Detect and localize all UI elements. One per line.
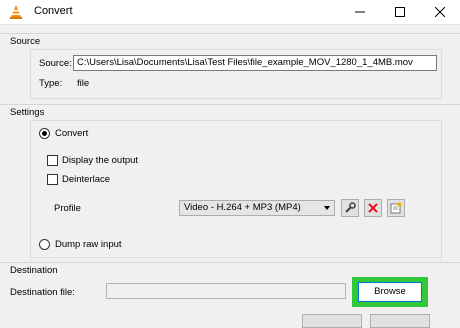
minimize-button[interactable] <box>340 0 380 24</box>
display-output-label: Display the output <box>62 155 139 166</box>
dump-raw-radio[interactable] <box>39 239 50 250</box>
destination-file-field[interactable] <box>106 283 346 299</box>
radio-selected-dot <box>42 131 47 136</box>
close-button[interactable] <box>420 0 460 24</box>
delete-profile-button[interactable] <box>364 199 382 217</box>
convert-radio[interactable] <box>39 128 50 139</box>
close-icon <box>435 7 445 17</box>
type-value: file <box>77 78 90 89</box>
source-path-field[interactable]: C:\Users\Lisa\Documents\Lisa\Test Files\… <box>73 55 437 71</box>
vlc-cone-icon <box>10 5 22 19</box>
minimize-icon <box>355 11 365 13</box>
chevron-down-icon <box>324 206 330 210</box>
window-title: Convert <box>34 5 73 17</box>
title-bar: Convert <box>0 0 460 25</box>
edit-profile-button[interactable] <box>341 199 359 217</box>
source-group: Source: C:\Users\Lisa\Documents\Lisa\Tes… <box>30 49 442 99</box>
display-output-checkbox[interactable] <box>47 155 58 166</box>
browse-button[interactable]: Browse <box>358 282 422 302</box>
profile-dropdown-value: Video - H.264 + MP3 (MP4) <box>184 202 301 213</box>
maximize-button[interactable] <box>380 0 420 24</box>
profile-dropdown[interactable]: Video - H.264 + MP3 (MP4) <box>179 200 335 216</box>
source-section-label: Source <box>10 36 41 47</box>
start-button[interactable] <box>302 314 362 328</box>
maximize-icon <box>395 7 405 17</box>
settings-section-label: Settings <box>10 107 45 118</box>
destination-section-label: Destination <box>10 265 58 276</box>
source-section: Source Source: C:\Users\Lisa\Documents\L… <box>0 33 460 99</box>
dump-raw-label: Dump raw input <box>55 239 122 250</box>
profile-label: Profile <box>54 203 81 214</box>
deinterlace-checkbox[interactable] <box>47 174 58 185</box>
new-profile-button[interactable] <box>387 199 405 217</box>
type-label: Type: <box>39 78 63 89</box>
settings-group: Convert Display the output Deinterlace P… <box>30 120 442 258</box>
deinterlace-label: Deinterlace <box>62 174 111 185</box>
destination-file-label: Destination file: <box>10 287 75 298</box>
new-profile-icon <box>390 202 402 214</box>
settings-section: Settings Convert Display the output Dein… <box>0 104 460 258</box>
delete-x-icon <box>368 203 378 213</box>
convert-label: Convert <box>55 128 89 139</box>
cancel-button[interactable] <box>370 314 430 328</box>
source-label: Source: <box>39 58 72 69</box>
wrench-icon <box>345 202 356 213</box>
